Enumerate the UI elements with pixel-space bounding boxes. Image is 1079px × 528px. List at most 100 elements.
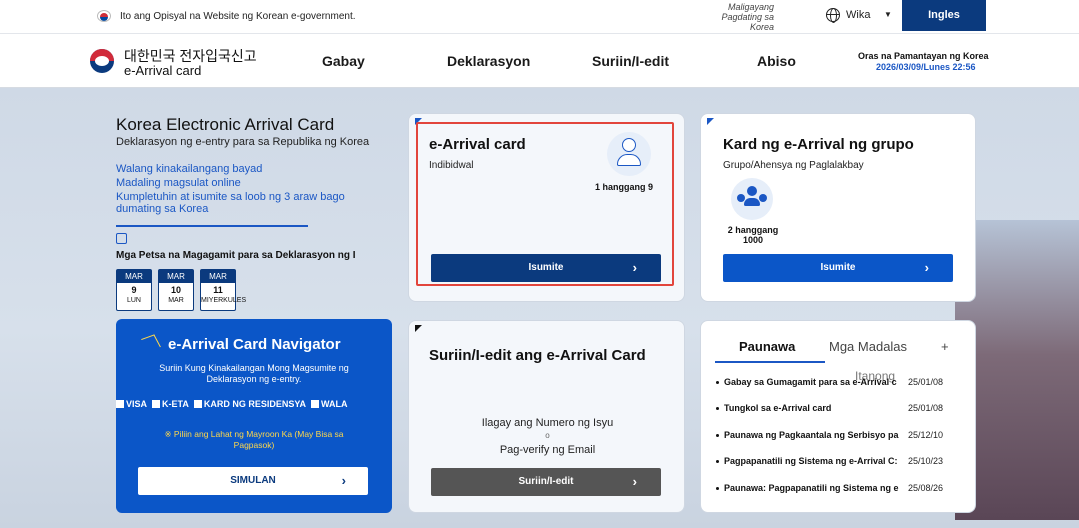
group-card-subtitle: Grupo/Ahensya ng Paglalakbay bbox=[723, 160, 864, 171]
hero-feature: Madaling magsulat online bbox=[116, 177, 241, 189]
available-dates-title: Mga Petsa na Magagamit para sa Deklarasy… bbox=[116, 250, 356, 261]
hero-divider bbox=[116, 225, 308, 227]
notice-date: 25/12/10 bbox=[908, 430, 944, 440]
group-card[interactable]: Kard ng e-Arrival ng grupo Grupo/Ahensya… bbox=[700, 113, 976, 302]
checkbox-label: KARD NG RESIDENSYA bbox=[203, 399, 307, 409]
navigator-description: Suriin Kung Kinakailangan Mong Magsumite… bbox=[159, 363, 349, 384]
notice-date: 25/10/23 bbox=[908, 456, 944, 466]
notice-date: 25/01/08 bbox=[908, 377, 944, 387]
globe-icon bbox=[826, 8, 840, 23]
notice-title[interactable]: Paunawa ng Pagkaantala ng Serbisyo pa bbox=[724, 430, 902, 440]
notice-date: 25/08/26 bbox=[908, 483, 944, 493]
group-card-title: Kard ng e-Arrival ng grupo bbox=[723, 136, 914, 153]
checkbox-label: VISA bbox=[126, 399, 148, 409]
korea-flag-icon bbox=[97, 10, 111, 22]
notice-title[interactable]: Tungkol sa e-Arrival card bbox=[724, 403, 902, 413]
notice-item[interactable]: Paunawa: Pagpapanatili ng Sistema ng e 2… bbox=[714, 483, 972, 495]
date-chip[interactable]: MAR 10 MAR bbox=[158, 269, 194, 311]
date-month: MAR bbox=[159, 270, 193, 283]
checkbox-icon bbox=[152, 400, 161, 408]
date-weekday: MIYERKULES bbox=[201, 297, 247, 304]
welcome-tagline: Maligayang Pagdating sa Korea bbox=[721, 2, 774, 32]
checkbox-icon bbox=[311, 400, 320, 408]
hero-title: Korea Electronic Arrival Card bbox=[116, 115, 335, 134]
paper-plane-icon bbox=[141, 334, 161, 352]
chevron-right-icon: › bbox=[924, 260, 929, 275]
checkbox-none[interactable]: WALA bbox=[311, 399, 348, 409]
date-day: 10 bbox=[170, 285, 181, 295]
chevron-right-icon: › bbox=[341, 473, 346, 488]
taegeuk-logo-icon[interactable] bbox=[90, 49, 114, 73]
button-label: Isumite bbox=[820, 262, 856, 273]
checkbox-residence-card[interactable]: KARD NG RESIDENSYA bbox=[193, 399, 307, 409]
edit-card-title: Suriin/I-edit ang e-Arrival Card bbox=[429, 347, 646, 364]
clock-label: Oras na Pamantayan ng Korea bbox=[858, 51, 989, 61]
language-selector[interactable]: Wika bbox=[846, 9, 870, 21]
date-month: MAR bbox=[117, 270, 151, 283]
tab-underline bbox=[715, 361, 825, 363]
calendar-icon bbox=[116, 233, 127, 244]
logo-english-text[interactable]: e-Arrival card bbox=[124, 63, 201, 78]
notice-item[interactable]: Tungkol sa e-Arrival card 25/01/08 bbox=[714, 403, 972, 415]
nav-item-abiso[interactable]: Abiso bbox=[757, 53, 796, 69]
notice-title[interactable]: Gabay sa Gumagamit para sa e-Arrival c bbox=[724, 377, 902, 387]
date-day: 9 bbox=[131, 285, 137, 295]
plus-icon[interactable]: + bbox=[941, 339, 949, 354]
checkbox-label: WALA bbox=[321, 399, 348, 409]
bullet-icon bbox=[716, 434, 719, 437]
bullet-icon bbox=[716, 460, 719, 463]
date-weekday: MAR bbox=[168, 297, 184, 304]
checkbox-icon bbox=[116, 400, 124, 408]
bullet-icon bbox=[716, 407, 719, 410]
group-submit-button[interactable]: Isumite › bbox=[723, 254, 953, 282]
button-label: Suriin/I-edit bbox=[518, 476, 574, 487]
notice-item[interactable]: Pagpapanatili ng Sistema ng e-Arrival C:… bbox=[714, 456, 972, 468]
date-chip[interactable]: MAR 9 LUN bbox=[116, 269, 152, 311]
navigator-card: e-Arrival Card Navigator Suriin Kung Kin… bbox=[116, 319, 392, 513]
bullet-icon bbox=[716, 487, 719, 490]
navigator-options: VISA K-ETA KARD NG RESIDENSYA WALA bbox=[116, 399, 392, 409]
notice-item[interactable]: Paunawa ng Pagkaantala ng Serbisyo pa 25… bbox=[714, 430, 972, 442]
hero-feature: Kumpletuhin at isumite sa loob ng 3 araw… bbox=[116, 191, 345, 215]
tab-faq[interactable]: Mga Madalas bbox=[829, 339, 907, 354]
notice-title[interactable]: Pagpapanatili ng Sistema ng e-Arrival C: bbox=[724, 456, 902, 466]
edit-line-issue-number: Ilagay ang Numero ng Isyu bbox=[481, 417, 614, 429]
language-button[interactable]: Ingles bbox=[902, 0, 986, 31]
date-day: 11 bbox=[213, 285, 223, 295]
nav-item-suriin[interactable]: Suriin/I-edit bbox=[592, 53, 669, 69]
header-nav: 대한민국 전자입국신고 e-Arrival card Gabay Deklara… bbox=[0, 34, 1079, 88]
page: Ito ang Opisyal na Website ng Korean e-g… bbox=[0, 0, 1079, 528]
notice-title[interactable]: Paunawa: Pagpapanatili ng Sistema ng e bbox=[724, 483, 902, 493]
group-icon bbox=[731, 178, 773, 220]
edit-button[interactable]: Suriin/I-edit › bbox=[431, 468, 661, 496]
start-button[interactable]: SIMULAN › bbox=[138, 467, 368, 495]
selection-highlight bbox=[416, 122, 674, 286]
date-weekday: LUN bbox=[126, 297, 141, 304]
tab-notice[interactable]: Paunawa bbox=[739, 339, 795, 354]
nav-item-deklarasyon[interactable]: Deklarasyon bbox=[447, 53, 530, 69]
navigator-title: e-Arrival Card Navigator bbox=[168, 336, 341, 353]
edit-card[interactable]: Suriin/I-edit ang e-Arrival Card Ilagay … bbox=[408, 320, 685, 513]
date-chip[interactable]: MAR 11 MIYERKULES bbox=[200, 269, 247, 311]
checkbox-label: K-ETA bbox=[162, 399, 189, 409]
hero-feature: Walang kinakailangang bayad bbox=[116, 163, 263, 175]
nav-item-gabay[interactable]: Gabay bbox=[322, 53, 365, 69]
chevron-down-icon[interactable]: ▼ bbox=[884, 10, 892, 19]
card-corner-mark bbox=[707, 118, 714, 125]
edit-line-email: Pag-verify ng Email bbox=[499, 444, 596, 456]
checkbox-keta[interactable]: K-ETA bbox=[152, 399, 189, 409]
notice-item[interactable]: Gabay sa Gumagamit para sa e-Arrival c 2… bbox=[714, 377, 972, 389]
date-month: MAR bbox=[201, 270, 235, 283]
clock-value: 2026/03/09/Lunes 22:56 bbox=[876, 62, 976, 72]
gov-bar: Ito ang Opisyal na Website ng Korean e-g… bbox=[0, 0, 1079, 34]
card-corner-mark bbox=[415, 325, 422, 332]
checkbox-visa[interactable]: VISA bbox=[116, 399, 147, 409]
hero-subtitle: Deklarasyon ng e-entry para sa Republika… bbox=[116, 136, 370, 148]
group-count: 2 hanggang 1000 bbox=[727, 225, 779, 245]
gov-notice-text: Ito ang Opisyal na Website ng Korean e-g… bbox=[120, 11, 356, 22]
checkbox-icon bbox=[193, 400, 202, 408]
notice-date: 25/01/08 bbox=[908, 403, 944, 413]
button-label: SIMULAN bbox=[230, 475, 276, 486]
chevron-right-icon: › bbox=[632, 474, 637, 489]
navigator-note: ※ Piliin ang Lahat ng Mayroon Ka (May Bi… bbox=[164, 429, 344, 450]
